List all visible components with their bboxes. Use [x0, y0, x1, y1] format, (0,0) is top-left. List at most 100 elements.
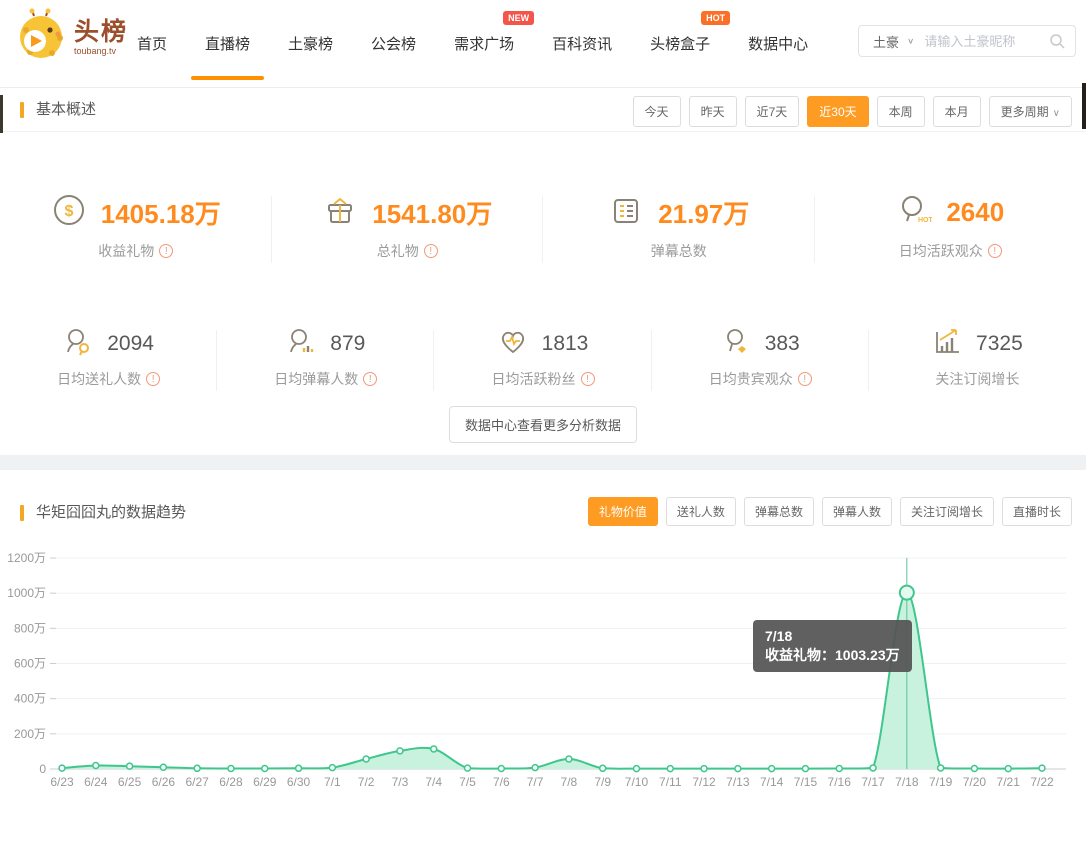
info-icon[interactable] [988, 244, 1002, 258]
section-accent-bar [20, 505, 24, 521]
screen-edge-artifact [0, 95, 3, 133]
filter-more-periods[interactable]: 更多周期 [989, 96, 1072, 127]
svg-text:7/14: 7/14 [760, 775, 784, 789]
stat-label-text: 日均弹幕人数 [274, 369, 358, 389]
svg-text:HOT: HOT [918, 217, 932, 224]
svg-text:400万: 400万 [14, 692, 46, 706]
stat-daily-active-viewers: HOT 2640 日均活跃观众 [815, 192, 1086, 261]
data-center-more-button[interactable]: 数据中心查看更多分析数据 [449, 406, 637, 443]
svg-text:7/11: 7/11 [659, 775, 682, 789]
secondary-stats-row: 2094 日均送礼人数 879 日均弹幕人数 1813 [0, 326, 1086, 389]
user-hot-icon: HOT [896, 192, 932, 233]
filter-yesterday[interactable]: 昨天 [689, 96, 737, 127]
stat-label-text: 关注订阅增长 [935, 369, 1019, 389]
tab-live-duration[interactable]: 直播时长 [1002, 497, 1072, 526]
svg-text:7/6: 7/6 [493, 775, 510, 789]
svg-text:7/21: 7/21 [997, 775, 1021, 789]
info-icon[interactable] [581, 372, 595, 386]
filter-this-week[interactable]: 本周 [877, 96, 925, 127]
user-medal-icon [63, 326, 93, 361]
user-vip-icon [721, 326, 751, 361]
active-tab-underline [191, 76, 264, 80]
nav-item-data-center[interactable]: 数据中心 [748, 33, 808, 54]
search-bar: 土豪 [858, 25, 1076, 57]
nav-item-guild-rank[interactable]: 公会榜 [371, 33, 416, 54]
tab-danmu-total[interactable]: 弹幕总数 [744, 497, 814, 526]
page: 头榜 toubang.tv 首页 直播榜 土豪榜 公会榜 需求广场 NEW 百科… [0, 0, 1086, 843]
svg-text:$: $ [64, 203, 73, 220]
stat-value: 2094 [107, 332, 154, 356]
stat-label: 日均活跃粉丝 [434, 369, 651, 389]
svg-text:7/18: 7/18 [895, 775, 919, 789]
new-badge: NEW [503, 11, 534, 25]
stat-danmu-total: 21.97万 弹幕总数 [543, 192, 815, 261]
filter-7days[interactable]: 近7天 [745, 96, 800, 127]
heart-pulse-icon [498, 326, 528, 361]
primary-stats-row: $ 1405.18万 收益礼物 1541.80万 总礼物 [0, 192, 1086, 261]
stat-label: 弹幕总数 [543, 241, 815, 261]
filter-today[interactable]: 今天 [633, 96, 681, 127]
stat-value: 879 [330, 332, 365, 356]
search-category-select[interactable]: 土豪 [873, 32, 899, 51]
nav-item-toubang-box[interactable]: 头榜盒子 HOT [650, 33, 710, 54]
stat-label: 日均贵宾观众 [652, 369, 869, 389]
tab-gift-value[interactable]: 礼物价值 [588, 497, 658, 526]
info-icon[interactable] [146, 372, 160, 386]
svg-text:6/25: 6/25 [118, 775, 142, 789]
nav-item-wiki-news[interactable]: 百科资讯 [552, 33, 612, 54]
overview-header: 基本概述 今天 昨天 近7天 近30天 本周 本月 更多周期 [0, 88, 1086, 132]
tab-gifter-count[interactable]: 送礼人数 [666, 497, 736, 526]
info-icon[interactable] [424, 244, 438, 258]
scrollbar-artifact[interactable] [1082, 83, 1086, 129]
filter-more-label: 更多周期 [1001, 105, 1049, 119]
brand-logo[interactable]: 头榜 toubang.tv [14, 8, 128, 67]
trend-metric-tabs: 礼物价值 送礼人数 弹幕总数 弹幕人数 关注订阅增长 直播时长 [588, 497, 1072, 526]
tooltip-value: 收益礼物：1003.23万 [765, 646, 900, 665]
nav-item-tuhao-rank[interactable]: 土豪榜 [288, 33, 333, 54]
svg-text:7/3: 7/3 [392, 775, 409, 789]
svg-text:7/1: 7/1 [324, 775, 341, 789]
info-icon[interactable] [798, 372, 812, 386]
stat-daily-active-fans: 1813 日均活跃粉丝 [434, 326, 651, 389]
nav-item-home[interactable]: 首页 [137, 33, 167, 54]
filter-30days[interactable]: 近30天 [807, 96, 868, 127]
stat-label-text: 日均活跃观众 [899, 241, 983, 261]
nav-item-live-rank[interactable]: 直播榜 [205, 33, 250, 54]
user-chart-icon [286, 326, 316, 361]
search-icon[interactable] [1049, 33, 1065, 49]
svg-text:7/7: 7/7 [527, 775, 544, 789]
svg-text:7/13: 7/13 [726, 775, 750, 789]
gift-icon [322, 192, 358, 233]
chevron-down-icon[interactable] [907, 37, 914, 46]
stat-value: 1541.80万 [372, 194, 492, 231]
svg-text:7/10: 7/10 [625, 775, 649, 789]
nav-item-demand-plaza[interactable]: 需求广场 NEW [454, 33, 514, 54]
top-navbar: 头榜 toubang.tv 首页 直播榜 土豪榜 公会榜 需求广场 NEW 百科… [0, 0, 1086, 88]
period-filters: 今天 昨天 近7天 近30天 本周 本月 更多周期 [633, 96, 1072, 127]
tab-follow-growth[interactable]: 关注订阅增长 [900, 497, 994, 526]
svg-text:7/8: 7/8 [561, 775, 578, 789]
stat-label-text: 弹幕总数 [651, 241, 707, 261]
trend-chart[interactable]: 0200万400万600万800万1000万1200万6/236/246/256… [0, 545, 1086, 800]
svg-text:6/24: 6/24 [84, 775, 108, 789]
brand-name: 头榜 toubang.tv [74, 19, 128, 56]
overview-section: 基本概述 今天 昨天 近7天 近30天 本周 本月 更多周期 $ 1405.18… [0, 88, 1086, 455]
tab-danmu-users[interactable]: 弹幕人数 [822, 497, 892, 526]
stat-label: 日均活跃观众 [815, 241, 1086, 261]
overview-title: 基本概述 [36, 88, 96, 131]
stat-value: 1405.18万 [101, 194, 221, 231]
stat-value: 7325 [976, 332, 1023, 356]
search-input[interactable] [922, 33, 1049, 50]
svg-text:7/16: 7/16 [828, 775, 852, 789]
hot-badge: HOT [701, 11, 730, 25]
filter-this-month[interactable]: 本月 [933, 96, 981, 127]
stat-label-text: 日均活跃粉丝 [492, 369, 576, 389]
stat-value: 21.97万 [658, 194, 749, 231]
info-icon[interactable] [159, 244, 173, 258]
brand-domain: toubang.tv [74, 46, 128, 56]
svg-text:800万: 800万 [14, 621, 46, 635]
stat-follow-subscribe-growth: 7325 关注订阅增长 [869, 326, 1086, 389]
info-icon[interactable] [363, 372, 377, 386]
chevron-down-icon [1053, 108, 1060, 119]
stat-label-text: 收益礼物 [98, 241, 154, 261]
